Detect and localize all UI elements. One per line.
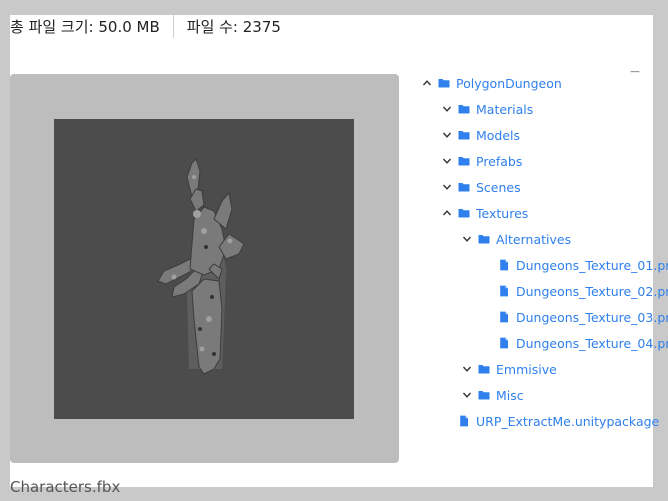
file-count-label: 파일 수: 2375 <box>186 17 281 36</box>
tree-file-item[interactable]: Dungeons_Texture_02.png <box>480 278 668 304</box>
file-preview-screen: 총 파일 크기: 50.0 MB 파일 수: 2375 Characters.f… <box>0 0 668 501</box>
tree-file-item[interactable]: Dungeons_Texture_04.png <box>480 330 668 356</box>
total-size-label: 총 파일 크기: 50.0 MB <box>10 17 160 36</box>
tree-item-label: Scenes <box>476 179 521 195</box>
preview-filename: Characters.fbx <box>10 478 121 496</box>
tree-folder-item[interactable]: Scenes <box>440 174 521 200</box>
tree-folder-item[interactable]: Models <box>440 122 520 148</box>
chevron-up-icon[interactable] <box>440 206 454 220</box>
folder-icon <box>437 77 450 90</box>
folder-icon <box>477 389 490 402</box>
character-model-render <box>157 158 245 375</box>
tree-file-item[interactable]: Dungeons_Texture_03.png <box>480 304 668 330</box>
file-icon <box>497 285 510 298</box>
folder-icon <box>457 103 470 116</box>
folder-icon <box>457 155 470 168</box>
tree-folder-item[interactable]: Misc <box>460 382 524 408</box>
tree-file-item[interactable]: Dungeons_Texture_01.png <box>480 252 668 278</box>
folder-icon <box>477 233 490 246</box>
folder-icon <box>457 129 470 142</box>
chevron-down-icon[interactable] <box>440 102 454 116</box>
tree-item-label: Dungeons_Texture_02.png <box>516 283 668 299</box>
tree-folder-item[interactable]: Materials <box>440 96 533 122</box>
tree-item-label: Alternatives <box>496 231 572 247</box>
file-icon <box>497 311 510 324</box>
tree-folder-item[interactable]: Alternatives <box>460 226 571 252</box>
tree-file-item[interactable]: URP_ExtractMe.unitypackage <box>440 408 659 434</box>
tree-item-label: PolygonDungeon <box>456 75 562 91</box>
chevron-down-icon[interactable] <box>440 128 454 142</box>
file-icon <box>497 337 510 350</box>
tree-item-label: Dungeons_Texture_01.png <box>516 257 668 273</box>
folder-icon <box>457 181 470 194</box>
folder-icon <box>457 207 470 220</box>
tree-item-label: Misc <box>496 387 524 403</box>
chevron-down-icon[interactable] <box>440 180 454 194</box>
tree-folder-item[interactable]: PolygonDungeon <box>420 70 562 96</box>
stats-divider <box>172 14 174 38</box>
chevron-down-icon[interactable] <box>440 154 454 168</box>
tree-item-label: Materials <box>476 101 534 117</box>
file-icon <box>497 259 510 272</box>
stats-bar: 총 파일 크기: 50.0 MB 파일 수: 2375 <box>10 14 281 38</box>
tree-item-label: Emmisive <box>496 361 557 377</box>
tree-item-label: Models <box>476 127 521 143</box>
chevron-down-icon[interactable] <box>460 362 474 376</box>
tree-item-label: Prefabs <box>476 153 523 169</box>
tree-item-label: URP_ExtractMe.unitypackage <box>476 413 660 429</box>
chevron-down-icon[interactable] <box>460 388 474 402</box>
folder-icon <box>477 363 490 376</box>
tree-folder-item[interactable]: Textures <box>440 200 528 226</box>
chevron-up-icon[interactable] <box>420 76 434 90</box>
tree-item-label: Textures <box>476 205 529 221</box>
model-preview-frame <box>10 74 399 463</box>
model-viewport[interactable] <box>54 119 354 419</box>
tree-folder-item[interactable]: Emmisive <box>460 356 557 382</box>
tree-folder-item[interactable]: Prefabs <box>440 148 522 174</box>
tree-item-label: Dungeons_Texture_04.png <box>516 335 668 351</box>
file-icon <box>457 415 470 428</box>
tree-item-label: Dungeons_Texture_03.png <box>516 309 668 325</box>
chevron-down-icon[interactable] <box>460 232 474 246</box>
collapse-tree-button[interactable]: − <box>629 65 641 79</box>
